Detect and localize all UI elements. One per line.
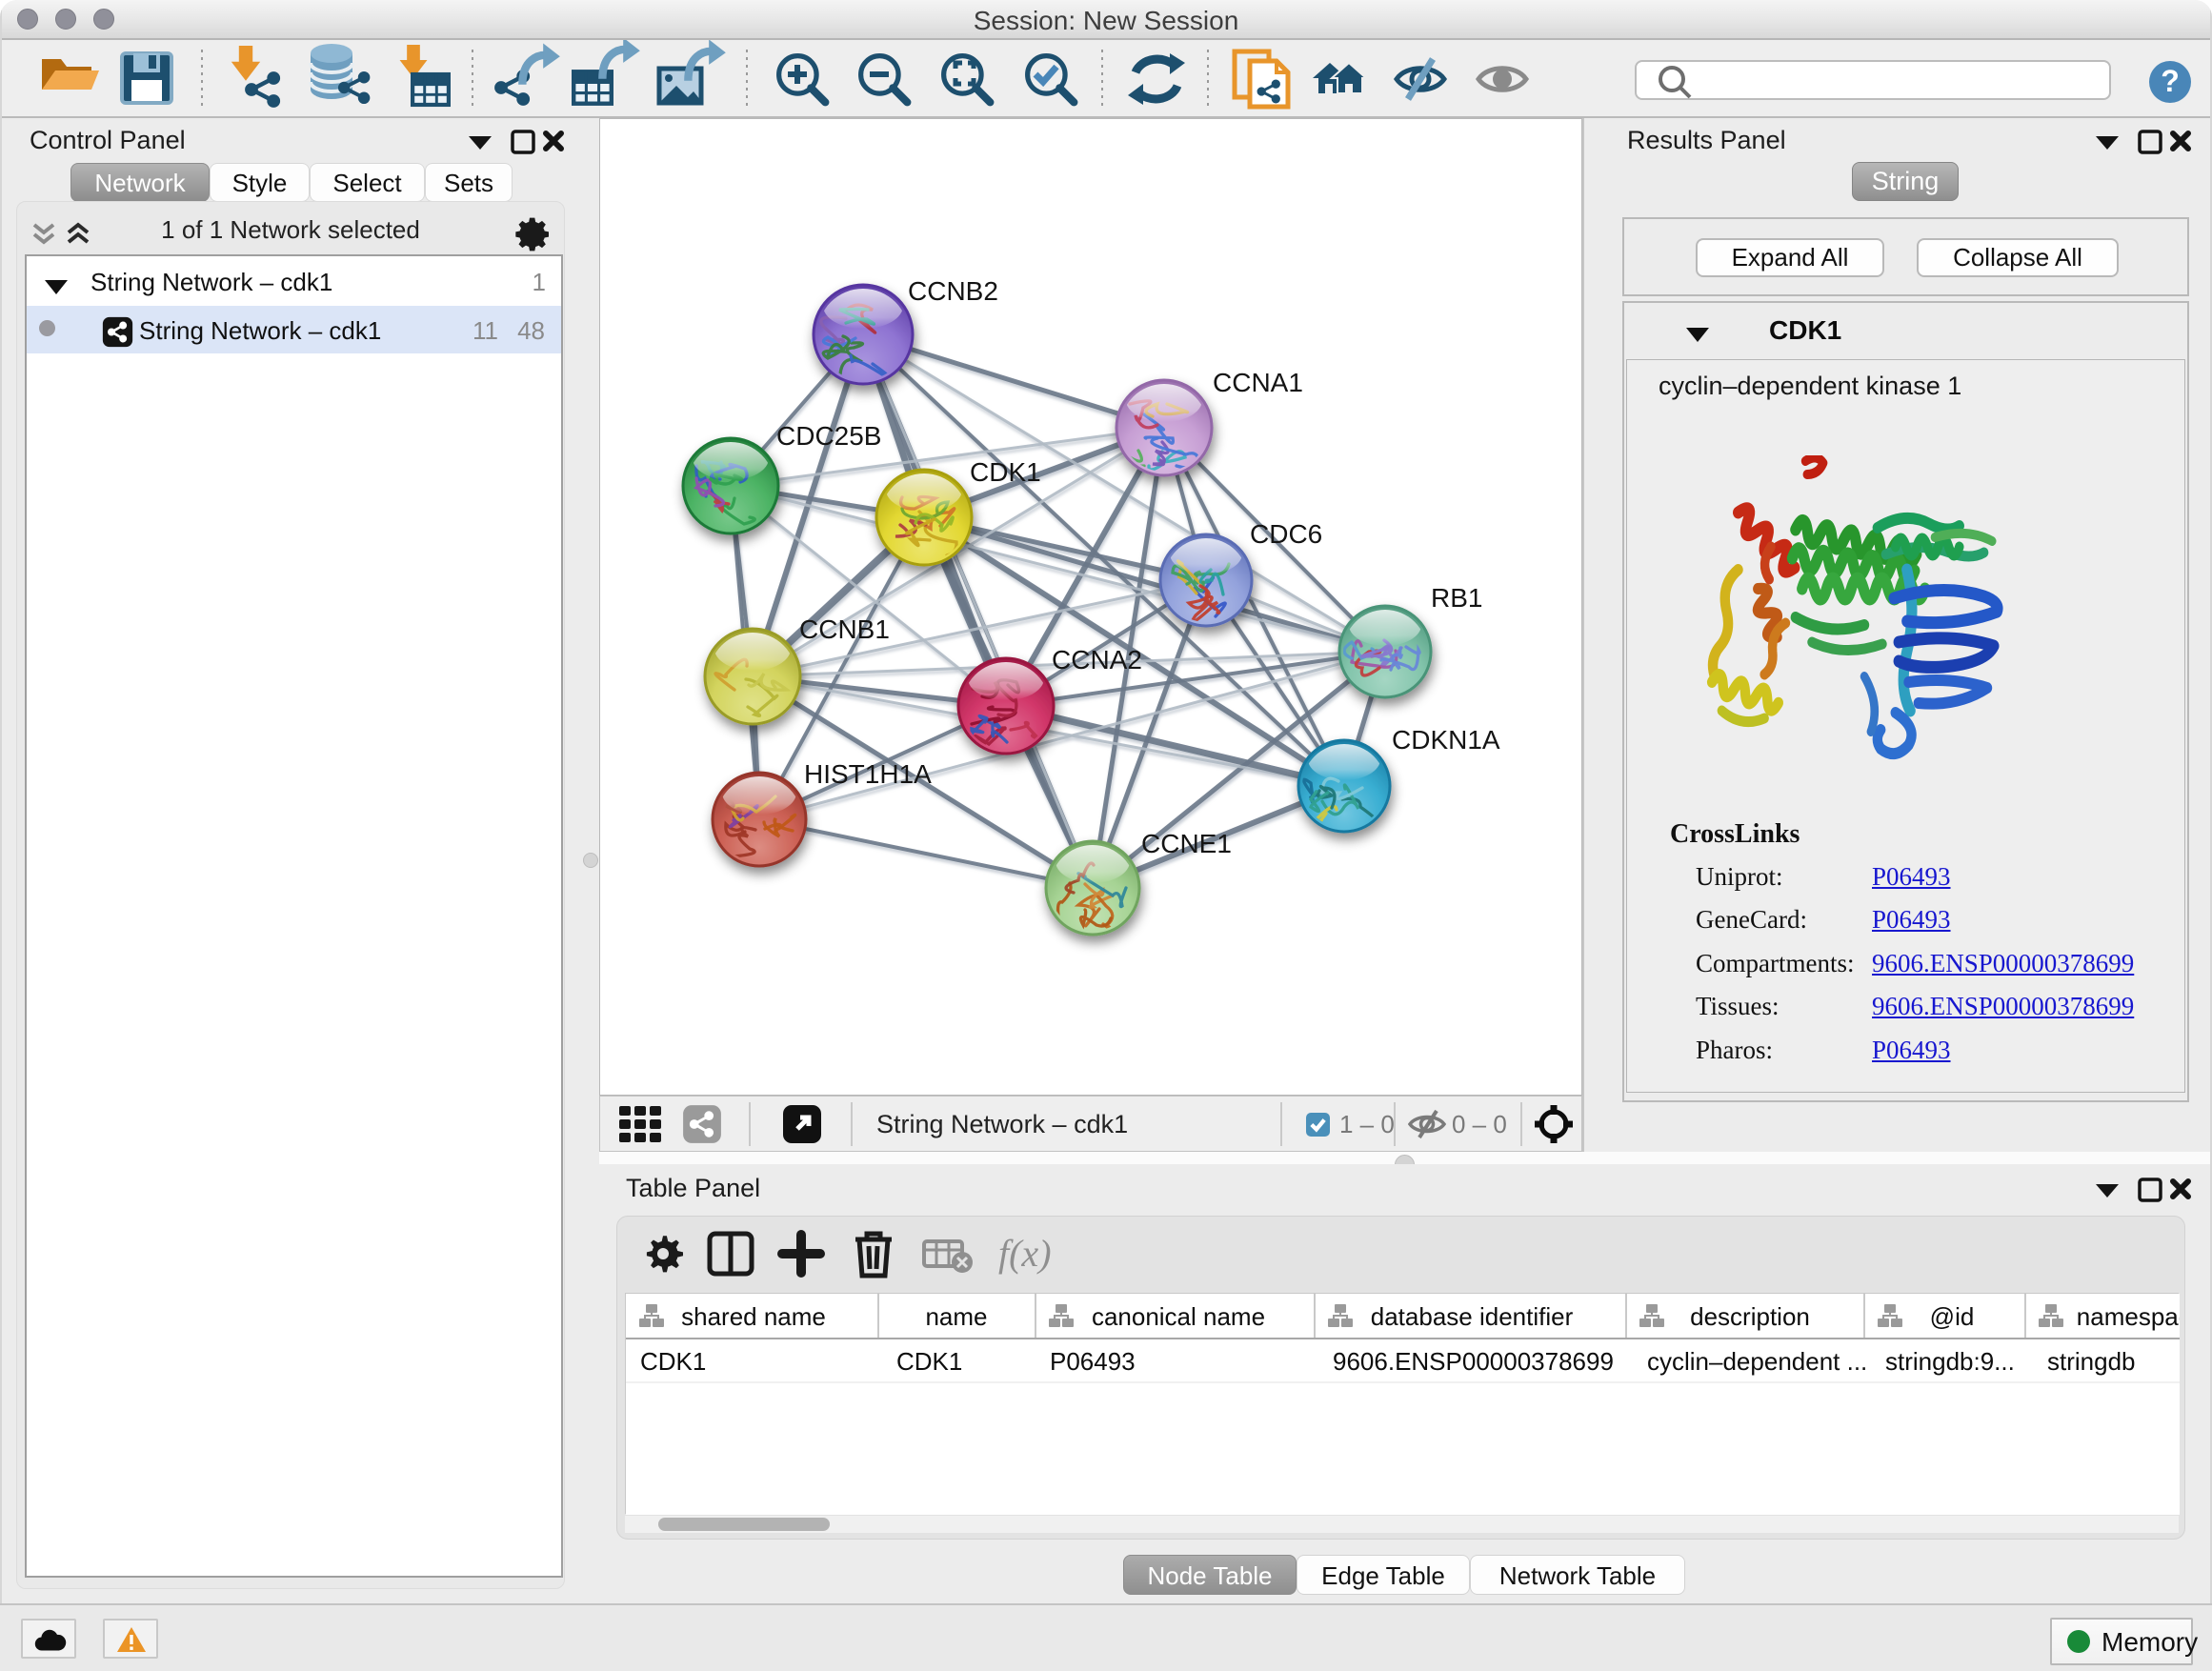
svg-text:CCNE1: CCNE1 (1141, 829, 1232, 858)
svg-text:CDK1: CDK1 (896, 1347, 962, 1376)
svg-text:CCNB2: CCNB2 (908, 276, 998, 306)
svg-text:P06493: P06493 (1050, 1347, 1136, 1376)
svg-text:CDK1: CDK1 (640, 1347, 706, 1376)
svg-text:CDK1: CDK1 (970, 457, 1041, 487)
svg-text:cyclin–dependent ...: cyclin–dependent ... (1647, 1347, 1867, 1376)
svg-text:name: name (925, 1302, 987, 1331)
svg-text:?: ? (2161, 64, 2180, 98)
svg-text:stringdb: stringdb (2047, 1347, 2136, 1376)
svg-text:canonical name: canonical name (1092, 1302, 1265, 1331)
svg-text:CCNA1: CCNA1 (1213, 368, 1303, 397)
svg-text:@id: @id (1930, 1302, 1975, 1331)
svg-text:CDC6: CDC6 (1250, 519, 1322, 549)
svg-text:description: description (1690, 1302, 1810, 1331)
svg-text:f(x): f(x) (998, 1232, 1052, 1275)
svg-text:RB1: RB1 (1431, 583, 1482, 613)
svg-text:CCNB1: CCNB1 (799, 614, 890, 644)
svg-text:HIST1H1A: HIST1H1A (804, 759, 932, 789)
svg-text:CCNA2: CCNA2 (1052, 645, 1142, 674)
svg-text:database identifier: database identifier (1371, 1302, 1574, 1331)
svg-text:stringdb:9...: stringdb:9... (1885, 1347, 2015, 1376)
svg-text:9606.ENSP00000378699: 9606.ENSP00000378699 (1333, 1347, 1614, 1376)
svg-text:CDKN1A: CDKN1A (1392, 725, 1500, 755)
svg-text:namespace: namespace (2077, 1302, 2180, 1331)
svg-text:CDC25B: CDC25B (776, 421, 881, 451)
svg-text:shared name: shared name (681, 1302, 826, 1331)
